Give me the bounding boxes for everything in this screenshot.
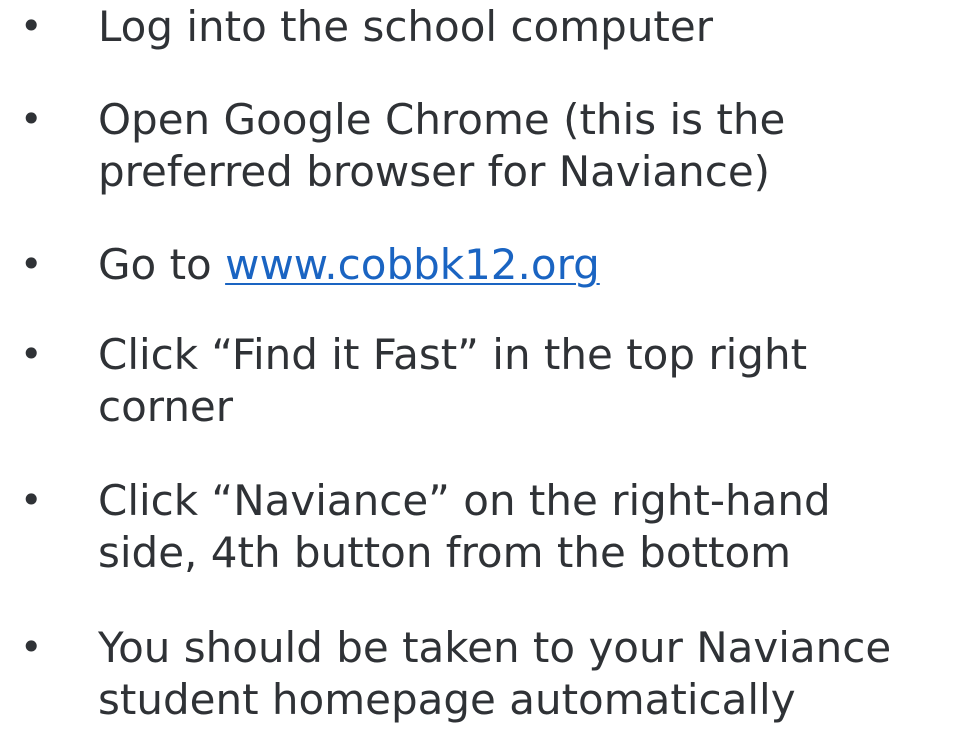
cobbk12-link[interactable]: www.cobbk12.org xyxy=(225,240,600,289)
bullet-icon: • xyxy=(20,625,43,669)
bullet-line: side, 4th button from the bottom xyxy=(98,528,792,577)
bullet-text: Click “Find it Fast” in the top right co… xyxy=(98,329,958,433)
bullet-prefix: Go to xyxy=(98,240,226,289)
bullet-line: Click “Naviance” on the right-hand xyxy=(98,476,831,525)
bullet-line: Log into the school computer xyxy=(98,2,714,51)
bullet-icon: • xyxy=(20,332,43,376)
bullet-icon: • xyxy=(20,242,43,286)
bullet-line: Open Google Chrome (this is the xyxy=(98,95,786,144)
instruction-slide: • Log into the school computer • Open Go… xyxy=(0,0,958,731)
bullet-line: Click “Find it Fast” in the top right xyxy=(98,330,808,379)
bullet-line: student homepage automatically xyxy=(98,675,796,724)
bullet-text: Go to www.cobbk12.org xyxy=(98,239,958,291)
bullet-line: corner xyxy=(98,382,234,431)
bullet-text: Log into the school computer xyxy=(98,1,958,53)
bullet-line: Go to www.cobbk12.org xyxy=(98,239,958,291)
bullet-line: You should be taken to your Naviance xyxy=(98,623,892,672)
bullet-text: Click “Naviance” on the right-hand side,… xyxy=(98,475,958,579)
bullet-icon: • xyxy=(20,97,43,141)
bullet-text: You should be taken to your Naviance stu… xyxy=(98,622,958,726)
bullet-text: Open Google Chrome (this is the preferre… xyxy=(98,94,958,198)
bullet-icon: • xyxy=(20,478,43,522)
bullet-line: preferred browser for Naviance) xyxy=(98,147,771,196)
bullet-icon: • xyxy=(20,4,43,48)
